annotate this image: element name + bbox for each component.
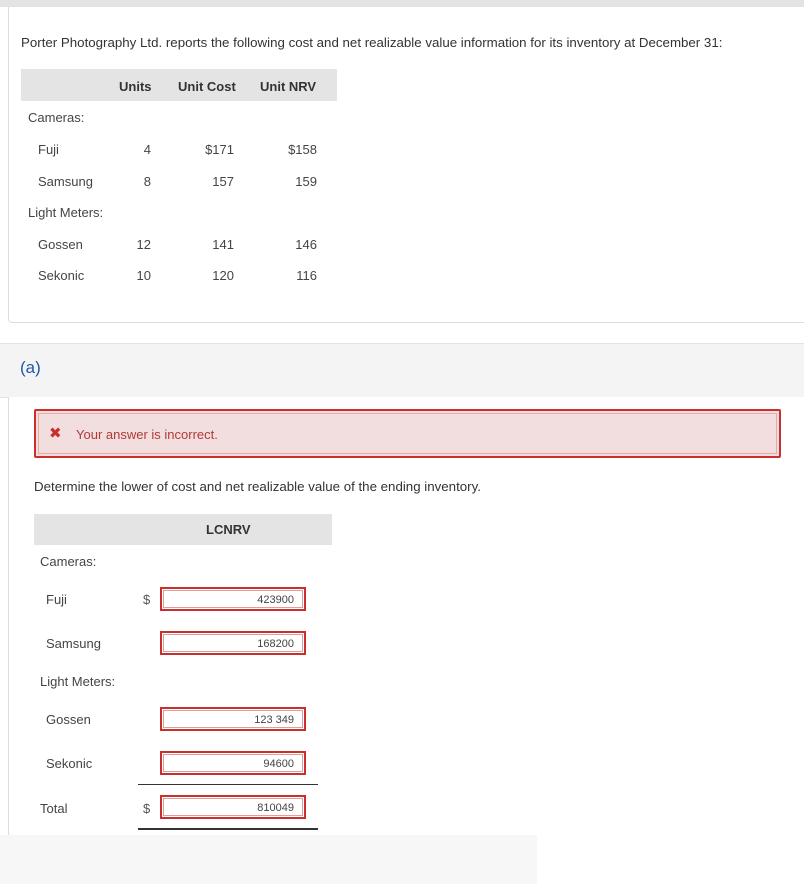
answer-row-label: Gossen — [46, 712, 91, 727]
part-label: (a) — [20, 358, 41, 377]
unit-nrv-header: Unit NRV — [260, 79, 317, 94]
row-name: Gossen — [38, 237, 83, 252]
row-units: 4 — [143, 142, 151, 157]
fuji-lcnrv-input[interactable]: 423900 — [160, 587, 306, 611]
row-name: Samsung — [38, 174, 93, 189]
top-bar — [0, 0, 804, 7]
row-units: 10 — [136, 268, 151, 283]
currency-symbol: $ — [143, 592, 151, 607]
alert-message: Your answer is incorrect. — [76, 427, 218, 442]
unit-cost-header: Unit Cost — [178, 79, 236, 94]
footer-area — [0, 835, 537, 884]
lcnrv-header: LCNRV — [206, 522, 251, 537]
row-unit-cost: $171 — [205, 142, 234, 157]
part-header-bar — [0, 343, 804, 398]
answer-panel — [8, 397, 804, 835]
group-light-meters: Light Meters: — [28, 205, 104, 220]
question-intro: Porter Photography Ltd. reports the foll… — [21, 35, 723, 50]
row-unit-nrv: 146 — [295, 237, 317, 252]
total-label: Total — [40, 801, 68, 816]
answer-table-header — [34, 514, 332, 545]
samsung-lcnrv-input[interactable]: 168200 — [160, 631, 306, 655]
row-unit-cost: 157 — [212, 174, 234, 189]
row-units: 12 — [136, 237, 151, 252]
total-double-rule — [138, 828, 318, 830]
row-unit-nrv: $158 — [288, 142, 317, 157]
row-unit-nrv: 159 — [295, 174, 317, 189]
instruction-text: Determine the lower of cost and net real… — [34, 479, 481, 494]
answer-row-label: Samsung — [46, 636, 101, 651]
answer-group-light-meters: Light Meters: — [40, 674, 116, 689]
gossen-lcnrv-input[interactable]: 123 349 — [160, 707, 306, 731]
row-units: 8 — [143, 174, 151, 189]
total-lcnrv-input[interactable]: 810049 — [160, 795, 306, 819]
answer-row-label: Sekonic — [46, 756, 93, 771]
subtotal-rule — [138, 784, 318, 785]
currency-symbol: $ — [143, 801, 151, 816]
group-cameras: Cameras: — [28, 110, 85, 125]
answer-row-label: Fuji — [46, 592, 67, 607]
row-unit-nrv: 116 — [296, 268, 317, 283]
units-header: Units — [119, 79, 152, 94]
row-name: Fuji — [38, 142, 59, 157]
x-mark-icon: ✖ — [49, 425, 62, 442]
answer-group-cameras: Cameras: — [40, 554, 97, 569]
row-unit-cost: 120 — [212, 268, 234, 283]
row-unit-cost: 141 — [212, 237, 234, 252]
row-name: Sekonic — [38, 268, 85, 283]
sekonic-lcnrv-input[interactable]: 94600 — [160, 751, 306, 775]
